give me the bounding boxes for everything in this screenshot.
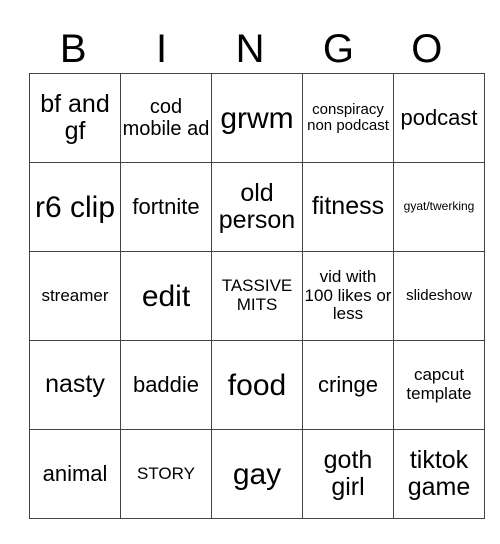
bingo-cell[interactable]: food [211, 340, 303, 430]
bingo-cell[interactable]: fitness [302, 162, 394, 252]
header-letter-i: I [156, 27, 168, 71]
bingo-header: B I N G O [29, 26, 471, 72]
bingo-cell[interactable]: conspiracy non podcast [302, 73, 394, 163]
bingo-cell[interactable]: goth girl [302, 429, 394, 519]
bingo-cell[interactable]: old person [211, 162, 303, 252]
bingo-cell[interactable]: STORY [120, 429, 212, 519]
bingo-cell[interactable]: animal [29, 429, 121, 519]
bingo-cell[interactable]: cod mobile ad [120, 73, 212, 163]
header-letter-b: B [59, 27, 87, 71]
grid-row: animal STORY gay goth girl tiktok game [29, 429, 485, 519]
bingo-cell[interactable]: streamer [29, 251, 121, 341]
bingo-cell[interactable]: tiktok game [393, 429, 485, 519]
bingo-cell[interactable]: baddie [120, 340, 212, 430]
bingo-grid: bf and gf cod mobile ad grwm conspiracy … [29, 73, 485, 519]
bingo-cell[interactable]: slideshow [393, 251, 485, 341]
bingo-cell[interactable]: TASSIVE MITS [211, 251, 303, 341]
bingo-cell[interactable]: bf and gf [29, 73, 121, 163]
grid-row: r6 clip fortnite old person fitness gyat… [29, 162, 485, 252]
grid-row: bf and gf cod mobile ad grwm conspiracy … [29, 73, 485, 163]
bingo-cell[interactable]: podcast [393, 73, 485, 163]
grid-row: nasty baddie food cringe capcut template [29, 340, 485, 430]
bingo-cell[interactable]: capcut template [393, 340, 485, 430]
bingo-cell[interactable]: fortnite [120, 162, 212, 252]
bingo-cell[interactable]: r6 clip [29, 162, 121, 252]
bingo-cell[interactable]: edit [120, 251, 212, 341]
header-letter-n: N [235, 27, 265, 71]
grid-row: streamer edit TASSIVE MITS vid with 100 … [29, 251, 485, 341]
bingo-cell[interactable]: grwm [211, 73, 303, 163]
bingo-cell[interactable]: gyat/twerking [393, 162, 485, 252]
bingo-cell[interactable]: nasty [29, 340, 121, 430]
header-letter-o: O [411, 27, 443, 71]
bingo-cell[interactable]: vid with 100 likes or less [302, 251, 394, 341]
bingo-cell[interactable]: cringe [302, 340, 394, 430]
bingo-cell[interactable]: gay [211, 429, 303, 519]
header-letter-g: G [322, 27, 354, 71]
